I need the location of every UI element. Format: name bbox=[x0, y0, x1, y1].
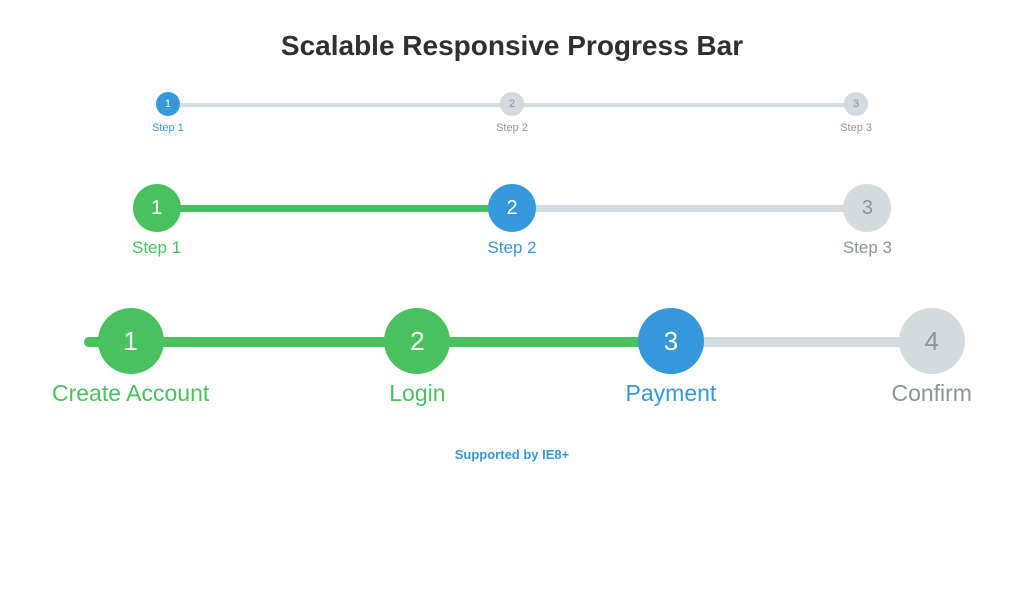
step-1[interactable]: 1 Step 1 bbox=[132, 184, 181, 258]
progress-bar-large: 1 Create Account 2 Login 3 Payment 4 Con… bbox=[52, 308, 972, 407]
step-number-circle: 3 bbox=[843, 184, 891, 232]
step-number-circle: 1 bbox=[133, 184, 181, 232]
step-confirm[interactable]: 4 Confirm bbox=[891, 308, 972, 407]
step-label: Login bbox=[384, 380, 450, 407]
step-label: Step 1 bbox=[132, 238, 181, 258]
step-label: Step 2 bbox=[496, 122, 528, 134]
step-label: Step 3 bbox=[843, 238, 892, 258]
step-number-circle: 3 bbox=[638, 308, 704, 374]
page-title: Scalable Responsive Progress Bar bbox=[40, 30, 984, 62]
progress-bar-medium: 1 Step 1 2 Step 2 3 Step 3 bbox=[132, 184, 892, 258]
step-create-account[interactable]: 1 Create Account bbox=[52, 308, 209, 407]
step-label: Payment bbox=[626, 380, 717, 407]
step-label: Step 1 bbox=[152, 122, 184, 134]
step-number-circle: 2 bbox=[384, 308, 450, 374]
step-number-circle: 2 bbox=[500, 92, 524, 116]
step-1[interactable]: 1 Step 1 bbox=[152, 92, 184, 134]
step-number-circle: 2 bbox=[488, 184, 536, 232]
step-number-circle: 3 bbox=[844, 92, 868, 116]
step-3[interactable]: 3 Step 3 bbox=[843, 184, 892, 258]
step-2[interactable]: 2 Step 2 bbox=[487, 184, 536, 258]
step-label: Step 2 bbox=[487, 238, 536, 258]
step-number-circle: 4 bbox=[899, 308, 965, 374]
progress-bar-small: 1 Step 1 2 Step 2 3 Step 3 bbox=[152, 92, 872, 134]
step-label: Step 3 bbox=[840, 122, 872, 134]
step-label: Confirm bbox=[891, 380, 972, 407]
footer-note: Supported by IE8+ bbox=[40, 447, 984, 462]
step-3[interactable]: 3 Step 3 bbox=[840, 92, 872, 134]
page-root: Scalable Responsive Progress Bar 1 Step … bbox=[0, 0, 1024, 462]
step-payment[interactable]: 3 Payment bbox=[626, 308, 717, 407]
step-2[interactable]: 2 Step 2 bbox=[496, 92, 528, 134]
step-label: Create Account bbox=[52, 380, 209, 407]
step-login[interactable]: 2 Login bbox=[384, 308, 450, 407]
step-number-circle: 1 bbox=[156, 92, 180, 116]
step-number-circle: 1 bbox=[98, 308, 164, 374]
